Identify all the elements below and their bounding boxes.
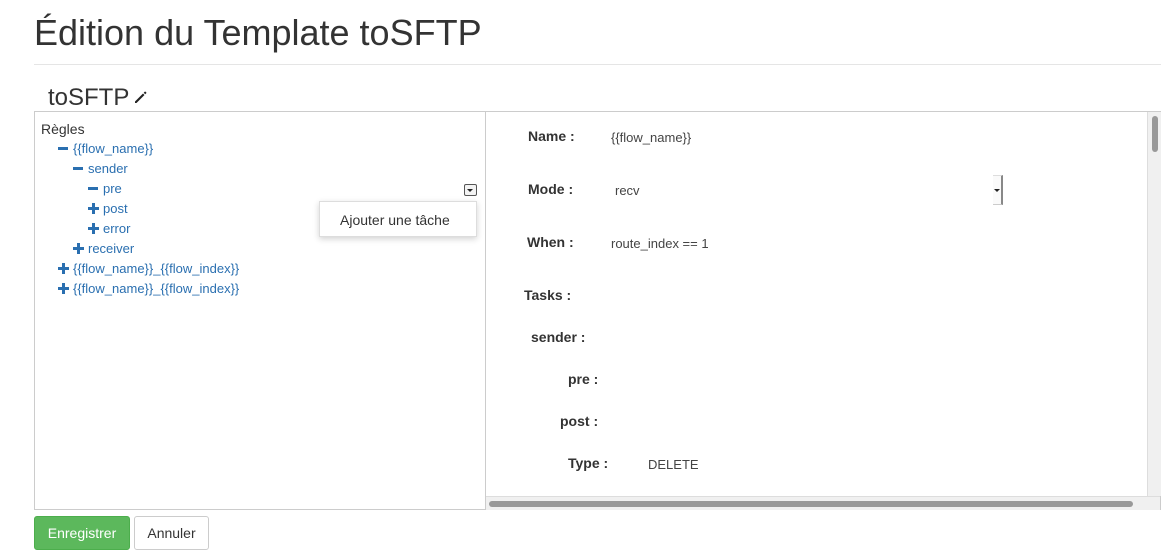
template-name: toSFTP [48,84,149,112]
vertical-scroll-thumb[interactable] [1152,116,1158,152]
title-divider [34,64,1161,65]
tree-node-sender[interactable]: sender [72,161,128,176]
page-title: Édition du Template toSFTP [34,12,482,53]
expand-icon[interactable] [57,262,70,275]
tree-node-label[interactable]: pre [103,181,122,196]
tree-node-label[interactable]: {{flow_name}}_{{flow_index}} [73,281,239,296]
horizontal-scrollbar[interactable] [486,496,1160,510]
sender-label: sender : [531,329,586,345]
collapse-icon[interactable] [57,142,70,155]
pencil-icon[interactable] [133,84,149,112]
tree-node-label[interactable]: {{flow_name}} [73,141,153,156]
tree-node-label[interactable]: sender [88,161,128,176]
collapse-icon[interactable] [87,182,100,195]
context-menu: Ajouter une tâche [319,201,477,237]
tasks-label: Tasks : [524,287,572,303]
post-label: post : [560,413,599,429]
name-value[interactable]: {{flow_name}} [611,130,691,145]
tree-node-label[interactable]: receiver [88,241,134,256]
rule-form: Name : {{flow_name}} Mode : recv When : … [486,112,1147,496]
expand-icon[interactable] [87,222,100,235]
tree-node-flow-index-1[interactable]: {{flow_name}}_{{flow_index}} [57,261,239,276]
name-label: Name : [528,128,575,144]
type-label: Type : [568,455,609,471]
pre-label: pre : [568,371,599,387]
chevron-down-icon[interactable] [993,175,1003,205]
when-label: When : [527,234,574,250]
mode-select[interactable]: recv [615,183,640,198]
tree-node-error[interactable]: error [87,221,130,236]
horizontal-scroll-thumb[interactable] [489,501,1133,507]
tree-node-label[interactable]: {{flow_name}}_{{flow_index}} [73,261,239,276]
tree-node-label[interactable]: post [103,201,128,216]
save-button[interactable]: Enregistrer [34,516,130,550]
tree-node-label[interactable]: error [103,221,130,236]
tree-root-label: Règles [41,121,85,137]
mode-label: Mode : [528,181,574,197]
cancel-button[interactable]: Annuler [134,516,209,550]
template-name-text: toSFTP [48,84,130,111]
collapse-icon[interactable] [72,162,85,175]
tree-node-flow-index-2[interactable]: {{flow_name}}_{{flow_index}} [57,281,239,296]
tree-node-post[interactable]: post [87,201,128,216]
rules-tree: Règles {{flow_name}} sender pre post err… [35,112,486,509]
menu-item-add-task[interactable]: Ajouter une tâche [340,212,450,228]
expand-icon[interactable] [87,202,100,215]
tree-node-receiver[interactable]: receiver [72,241,134,256]
expand-icon[interactable] [57,282,70,295]
template-editor: Règles {{flow_name}} sender pre post err… [34,111,1161,510]
tree-node-flow-name[interactable]: {{flow_name}} [57,141,153,156]
expand-icon[interactable] [72,242,85,255]
type-value[interactable]: DELETE [648,457,699,472]
vertical-scrollbar[interactable] [1147,112,1161,496]
node-menu-toggle[interactable] [464,184,477,196]
tree-node-pre[interactable]: pre [87,181,122,196]
when-value[interactable]: route_index == 1 [611,236,709,251]
